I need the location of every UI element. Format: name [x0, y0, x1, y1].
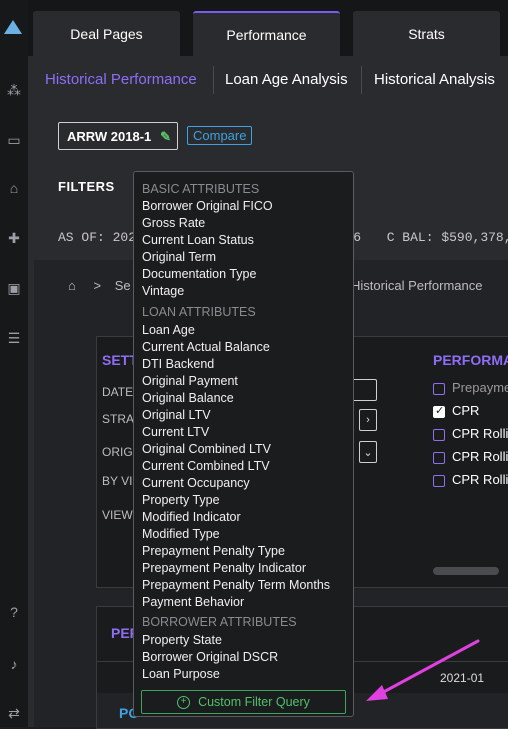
dropdown-item[interactable]: Current LTV [142, 425, 209, 439]
checkbox-prepayment[interactable] [433, 383, 445, 395]
checkbox-cpr[interactable] [433, 404, 445, 418]
dropdown-item[interactable]: Loan Age [142, 323, 195, 337]
subnav-historical-analysis[interactable]: Historical Analysis [374, 71, 495, 88]
dropdown-item[interactable]: Current Occupancy [142, 476, 250, 490]
money-icon[interactable]: ▣ [4, 278, 24, 298]
tab-performance[interactable]: Performance [193, 11, 340, 56]
dropdown-item[interactable]: Current Actual Balance [142, 340, 270, 354]
divider [361, 66, 362, 94]
top-tabs: Deal Pages Performance Strats [28, 0, 508, 56]
filter-attribute-dropdown: BASIC ATTRIBUTES Borrower Original FICO … [133, 171, 354, 717]
settings-label-date: DATE [102, 385, 134, 399]
dropdown-item[interactable]: Original Payment [142, 374, 238, 388]
dropdown-item[interactable]: Borrower Original DSCR [142, 650, 278, 664]
breadcrumb-separator: > [93, 278, 102, 293]
dropdown-item[interactable]: Original Balance [142, 391, 234, 405]
settings-label-view: VIEW [102, 508, 133, 522]
breadcrumb-current: Historical Performance [351, 278, 483, 293]
breadcrumb-seg1[interactable]: Se [115, 278, 131, 293]
horizontal-scrollbar[interactable] [433, 567, 499, 575]
dropdown-item[interactable]: Modified Type [142, 527, 220, 541]
checkbox-label: CPR Rollin [452, 449, 508, 464]
chevron-right-icon[interactable]: › [359, 409, 377, 431]
network-icon[interactable]: ⁂ [4, 80, 24, 100]
checkbox-label: Prepaymen [452, 380, 508, 395]
bank-icon[interactable]: ⌂ [4, 178, 24, 198]
dropdown-item[interactable]: Original LTV [142, 408, 211, 422]
breadcrumb: ⌂ > Se Historical Performance [68, 278, 483, 293]
switch-icon[interactable]: ⇄ [4, 703, 24, 723]
plus-circle-icon: + [177, 695, 191, 709]
home-icon[interactable]: ⌂ [68, 278, 76, 293]
settings-label-strat: STRA [102, 412, 135, 426]
annotation-arrow-icon [366, 639, 480, 701]
dropdown-item[interactable]: Original Term [142, 250, 216, 264]
checkbox-cpr-rolling-3[interactable] [433, 475, 445, 487]
puzzle-icon[interactable]: ✚ [4, 228, 24, 248]
checkbox-cpr-rolling-1[interactable] [433, 429, 445, 441]
dropdown-item[interactable]: Property State [142, 633, 222, 647]
checkbox-label: CPR Rollin [452, 472, 508, 487]
settings-label-orig: ORIG [102, 445, 133, 459]
dropdown-item[interactable]: Documentation Type [142, 267, 256, 281]
as-of-label: AS OF: [58, 230, 105, 245]
dropdown-item[interactable]: Vintage [142, 284, 184, 298]
compare-button[interactable]: Compare [187, 126, 253, 145]
database-icon[interactable]: ☰ [4, 328, 24, 348]
app-logo-icon[interactable] [4, 20, 22, 34]
settings-label-by-view: BY VI [102, 474, 133, 488]
subnav-historical-performance[interactable]: Historical Performance [45, 71, 197, 88]
date-input[interactable] [351, 379, 377, 401]
dropdown-item[interactable]: Current Loan Status [142, 233, 254, 247]
basic-attributes-header: BASIC ATTRIBUTES [142, 182, 260, 196]
checkbox-label: CPR Rollin [452, 426, 508, 441]
dropdown-item[interactable]: Borrower Original FICO [142, 199, 273, 213]
tab-deal-pages[interactable]: Deal Pages [33, 11, 180, 56]
chevron-down-icon[interactable]: ⌄ [359, 441, 377, 463]
dropdown-item[interactable]: Prepayment Penalty Type [142, 544, 285, 558]
checkbox-cpr-rolling-2[interactable] [433, 452, 445, 464]
dropdown-item[interactable]: Prepayment Penalty Indicator [142, 561, 306, 575]
cbal-value: $590,378, [441, 230, 508, 245]
help-icon[interactable]: ? [4, 602, 24, 622]
deal-name: ARRW 2018-1 [67, 128, 152, 144]
divider [213, 66, 214, 94]
deal-selector-button[interactable]: ARRW 2018-1 ✎ [58, 122, 178, 150]
briefcase-icon[interactable]: ▭ [4, 130, 24, 150]
dropdown-item[interactable]: Current Combined LTV [142, 459, 270, 473]
checkbox-label: CPR [452, 403, 480, 418]
loan-attributes-header: LOAN ATTRIBUTES [142, 305, 256, 319]
dropdown-item[interactable]: Loan Purpose [142, 667, 220, 681]
subnav-loan-age-analysis[interactable]: Loan Age Analysis [225, 71, 348, 88]
cbal-label: C BAL: [386, 230, 434, 245]
performance-title: PERFORMA [433, 352, 508, 368]
custom-filter-query-button[interactable]: + Custom Filter Query [141, 690, 346, 714]
custom-filter-query-label: Custom Filter Query [198, 695, 310, 709]
dropdown-item[interactable]: DTI Backend [142, 357, 214, 371]
dropdown-item[interactable]: Prepayment Penalty Term Months [142, 578, 330, 592]
dropdown-item[interactable]: Payment Behavior [142, 595, 244, 609]
dropdown-item[interactable]: Modified Indicator [142, 510, 241, 524]
filters-label: FILTERS [58, 179, 115, 194]
dropdown-item[interactable]: Property Type [142, 493, 220, 507]
dropdown-item[interactable]: Original Combined LTV [142, 442, 271, 456]
dropdown-item[interactable]: Gross Rate [142, 216, 205, 230]
tab-strats[interactable]: Strats [353, 11, 500, 56]
sidebar: ⁂ ▭ ⌂ ✚ ▣ ☰ ? ♪ ⇄ [0, 0, 28, 727]
bell-icon[interactable]: ♪ [4, 654, 24, 674]
pencil-icon[interactable]: ✎ [160, 129, 171, 145]
borrower-attributes-header: BORROWER ATTRIBUTES [142, 615, 297, 629]
sub-nav: Historical Performance Loan Age Analysis… [28, 56, 508, 104]
